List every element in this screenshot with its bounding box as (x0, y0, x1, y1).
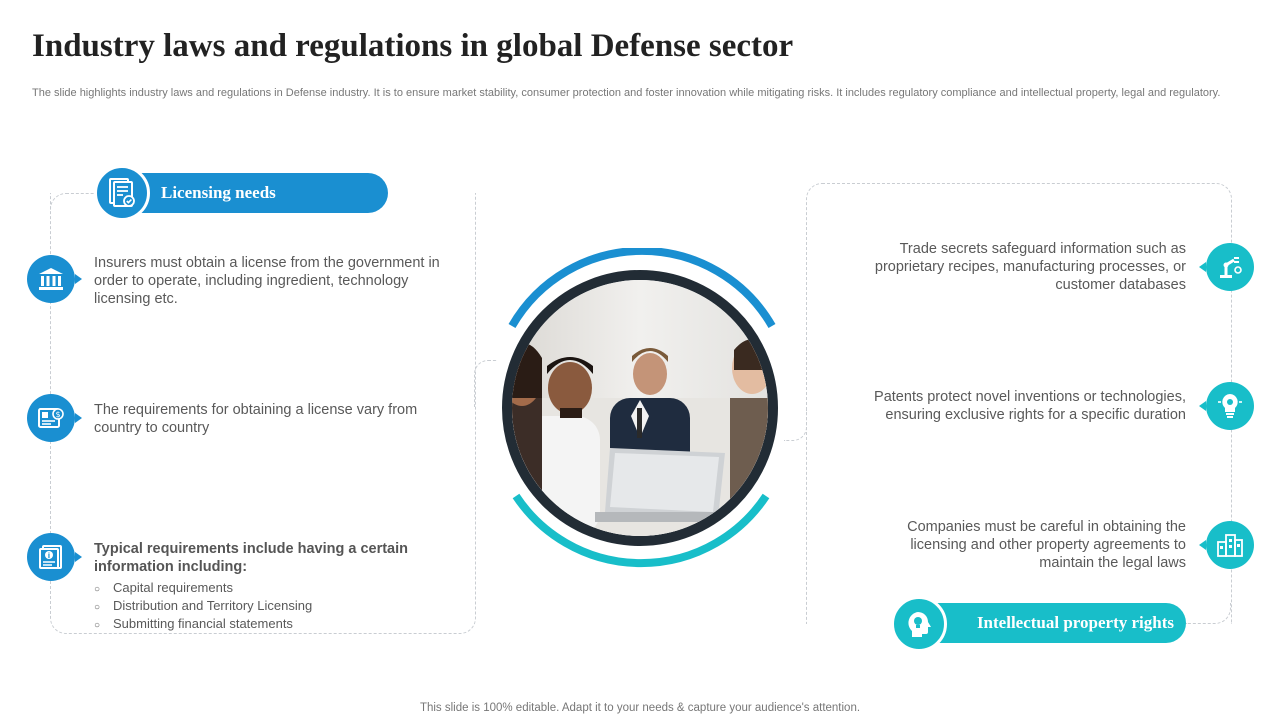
lightbulb-gear-icon (1206, 382, 1254, 430)
trade-secrets-text: Trade secrets safeguard information such… (874, 241, 1186, 293)
requirements-list: Capital requirements Distribution and Te… (94, 580, 454, 634)
bank-pointer (75, 274, 82, 284)
id-card-icon: $ (27, 394, 75, 442)
bank-icon (27, 255, 75, 303)
info-document-icon: i (27, 533, 75, 581)
info-document-pointer (75, 552, 82, 562)
id-card-pointer (75, 413, 82, 423)
buildings-pointer (1199, 540, 1206, 550)
right-panel-bottom-border (1186, 603, 1231, 624)
buildings-icon (1206, 521, 1254, 569)
slide-title: Industry laws and regulations in global … (32, 28, 794, 64)
svg-text:$: $ (55, 410, 60, 419)
head-idea-icon (891, 596, 947, 652)
slide-subtitle: The slide highlights industry laws and r… (32, 87, 1221, 99)
business-meeting-photo (502, 248, 778, 567)
companies-careful-text: Companies must be careful in obtaining t… (907, 519, 1186, 571)
typical-requirements-block: Typical requirements include having a ce… (94, 540, 454, 634)
license-vary-text: The requirements for obtaining a license… (94, 402, 418, 436)
list-item: Distribution and Territory Licensing (94, 598, 454, 616)
left-connector (474, 360, 497, 407)
robot-arm-pointer (1199, 262, 1206, 272)
footer-note: This slide is 100% editable. Adapt it to… (419, 702, 861, 714)
certificate-icon (94, 165, 150, 221)
svg-text:i: i (48, 552, 50, 560)
typical-requirements-heading: Typical requirements include having a ce… (94, 541, 408, 575)
list-item: Submitting financial statements (94, 616, 454, 634)
left-panel-top-border (50, 193, 97, 214)
lightbulb-pointer (1199, 401, 1206, 411)
robot-arm-icon (1206, 243, 1254, 291)
patents-text: Patents protect novel inventions or tech… (874, 389, 1186, 423)
right-connector (784, 410, 807, 441)
license-government-text: Insurers must obtain a license from the … (94, 255, 440, 307)
list-item: Capital requirements (94, 580, 454, 598)
